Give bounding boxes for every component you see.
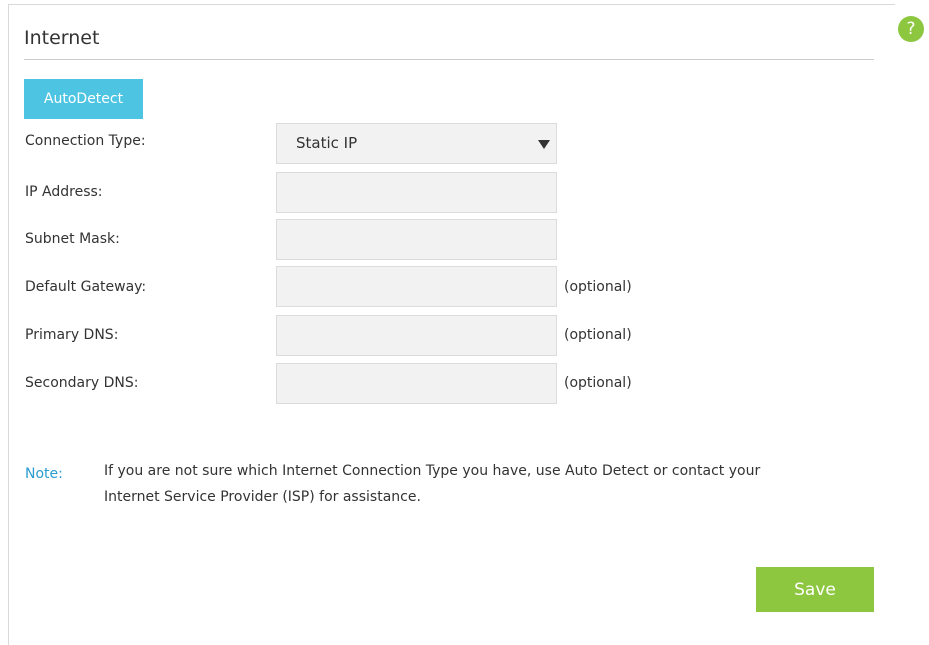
primary-dns-input[interactable] (276, 315, 557, 356)
ip-address-input[interactable] (276, 172, 557, 213)
connection-type-selected-value: Static IP (296, 134, 358, 152)
save-button[interactable]: Save (756, 567, 874, 612)
note-label: Note: (25, 466, 63, 482)
chevron-down-icon (538, 140, 550, 149)
secondary-dns-optional-hint: (optional) (564, 375, 632, 391)
subnet-mask-label: Subnet Mask: (25, 231, 120, 247)
note-text-line-2: Internet Service Provider (ISP) for assi… (104, 489, 421, 505)
connection-type-select[interactable]: Static IP (276, 123, 557, 164)
note-text-line-1: If you are not sure which Internet Conne… (104, 463, 761, 479)
ip-address-label: IP Address: (25, 184, 103, 200)
title-divider (24, 59, 874, 60)
connection-type-label: Connection Type: (25, 133, 146, 149)
subnet-mask-input[interactable] (276, 219, 557, 260)
default-gateway-input[interactable] (276, 266, 557, 307)
primary-dns-label: Primary DNS: (25, 327, 119, 343)
note-text: If you are not sure which Internet Conne… (104, 458, 864, 510)
help-icon[interactable]: ? (898, 16, 924, 42)
secondary-dns-input[interactable] (276, 363, 557, 404)
default-gateway-label: Default Gateway: (25, 279, 147, 295)
page-title: Internet (24, 27, 100, 49)
primary-dns-optional-hint: (optional) (564, 327, 632, 343)
secondary-dns-label: Secondary DNS: (25, 375, 139, 391)
default-gateway-optional-hint: (optional) (564, 279, 632, 295)
autodetect-button[interactable]: AutoDetect (24, 79, 143, 119)
